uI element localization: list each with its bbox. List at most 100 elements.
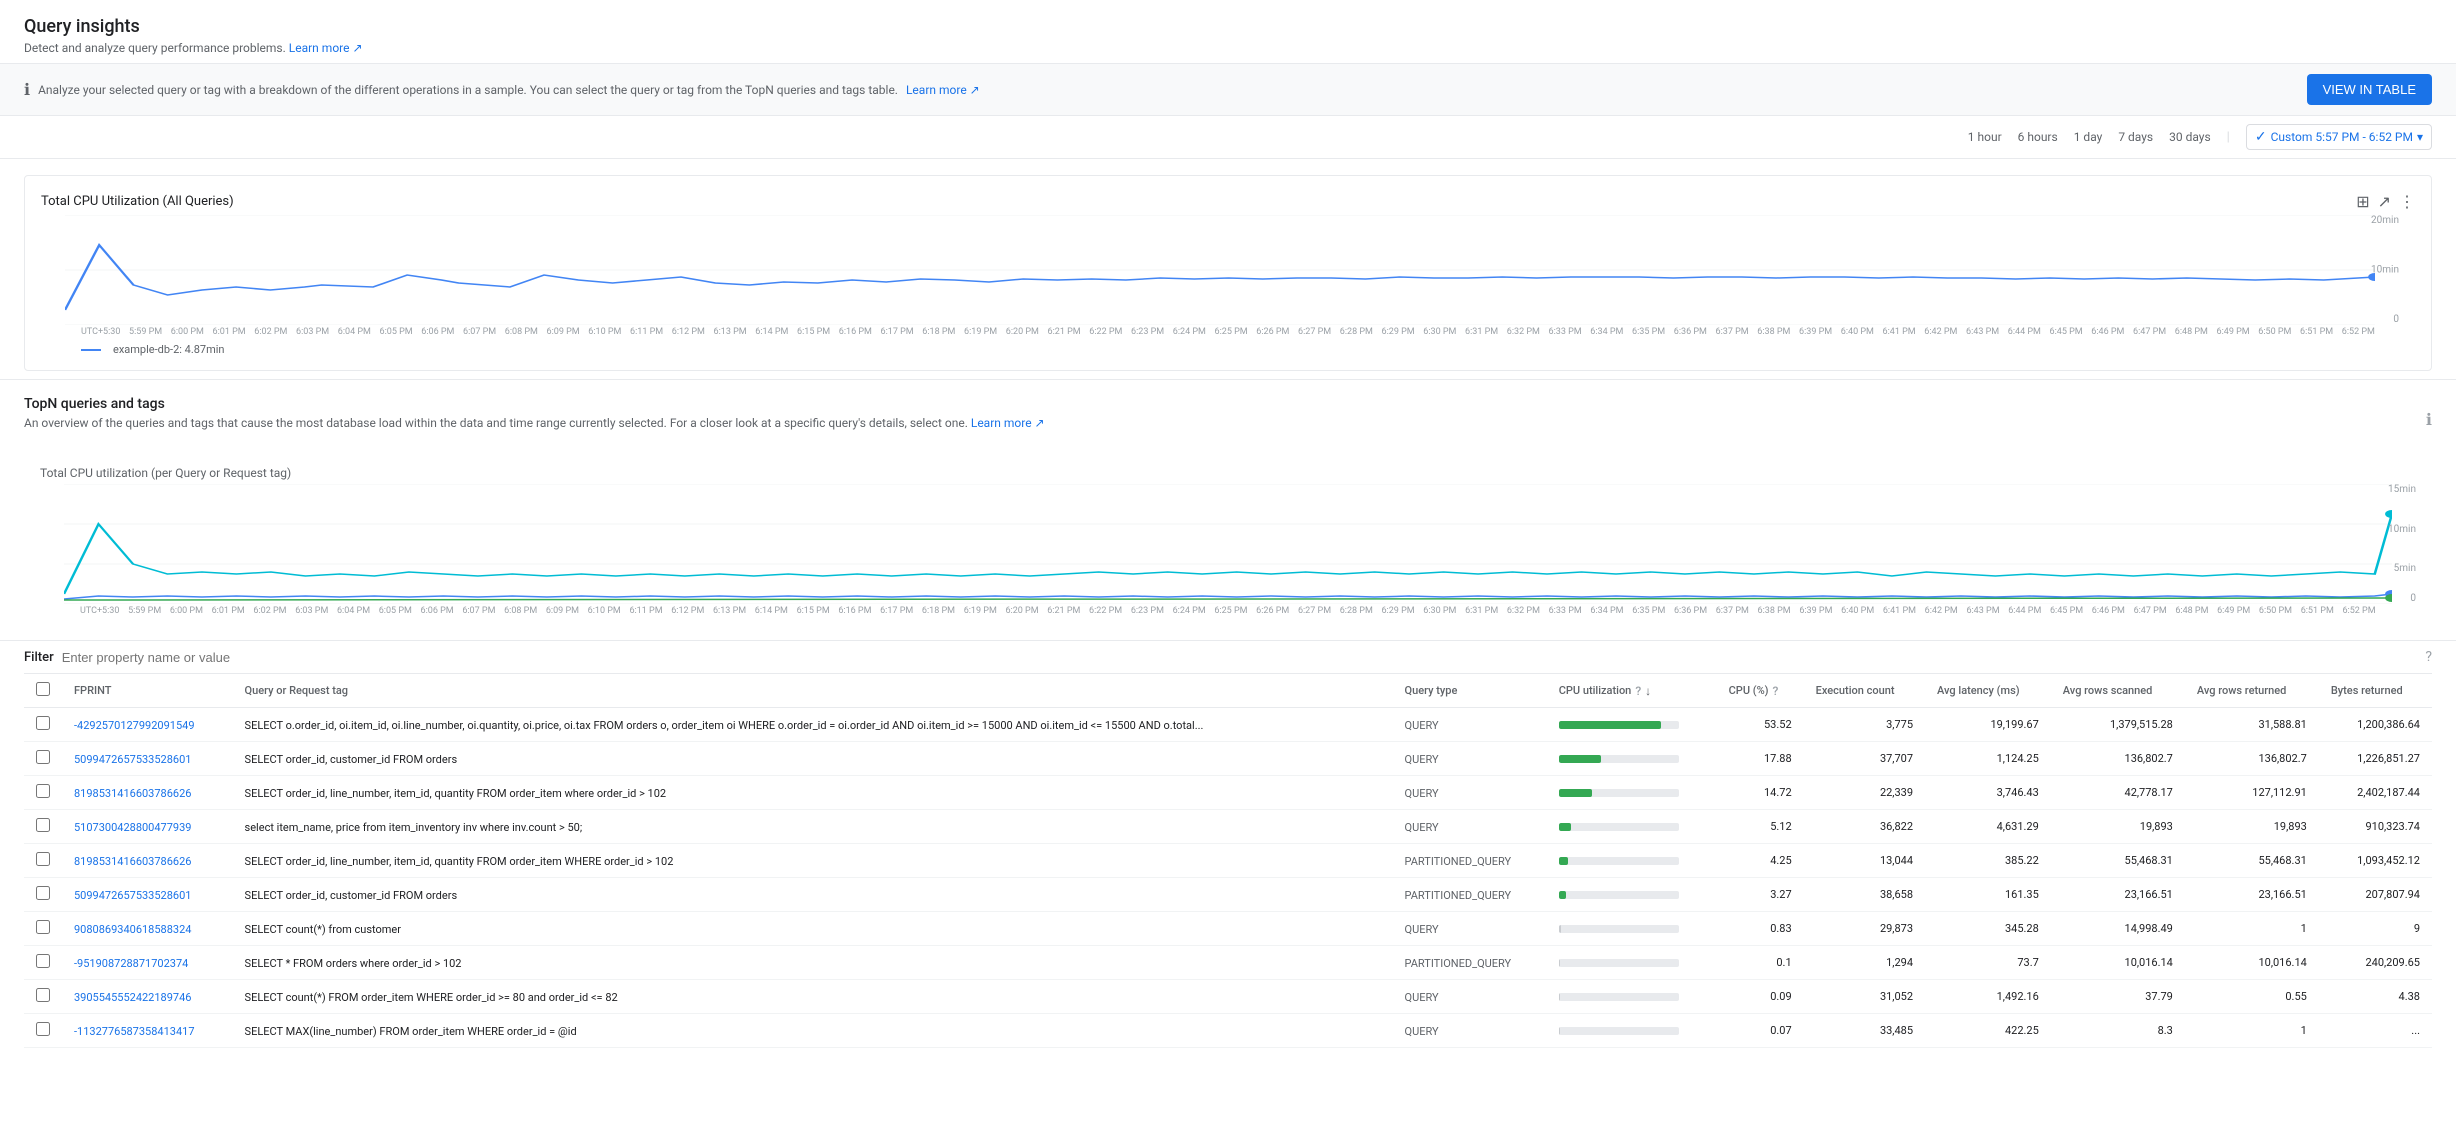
x-label: 6:15 PM — [797, 327, 830, 337]
x-label: 6:31 PM — [1465, 327, 1498, 337]
learn-more-link-header[interactable]: Learn more ↗ — [289, 41, 363, 55]
avg-rows-scanned-8: 37.79 — [2051, 980, 2185, 1014]
page-subtitle-text: Detect and analyze query performance pro… — [24, 41, 286, 55]
row-checkbox-0[interactable] — [36, 716, 50, 730]
fprint-link-0[interactable]: -4292570127992091549 — [74, 719, 195, 732]
x-label: 6:12 PM — [672, 327, 705, 337]
filter-help-icon[interactable]: ? — [2425, 649, 2432, 665]
row-checkbox-8[interactable] — [36, 988, 50, 1002]
x-label: 6:03 PM — [296, 327, 329, 337]
x-label: 6:35 PM — [1632, 327, 1665, 337]
query-text-4: SELECT order_id, line_number, item_id, q… — [245, 855, 674, 868]
cpu-bar-5 — [1559, 891, 1679, 899]
cpu-pct-help-icon[interactable]: ? — [1773, 684, 1779, 698]
query-type-9: QUERY — [1405, 1025, 1439, 1038]
time-range-1day[interactable]: 1 day — [2074, 126, 2103, 148]
row-checkbox-7[interactable] — [36, 954, 50, 968]
fprint-link-1[interactable]: 5099472657533528601 — [74, 753, 191, 766]
x-label: 6:01 PM — [213, 327, 246, 337]
fprint-link-9[interactable]: -1132776587358413417 — [74, 1025, 195, 1038]
col-avg-rows-returned: Avg rows returned — [2185, 674, 2319, 708]
bytes-returned-2: 2,402,187.44 — [2319, 776, 2432, 810]
x-label: 6:18 PM — [922, 327, 955, 337]
x-label: 6:42 PM — [1924, 327, 1957, 337]
row-checkbox-2[interactable] — [36, 784, 50, 798]
cpu-util-help-icon[interactable]: ? — [1635, 684, 1641, 698]
info-banner: ℹ Analyze your selected query or tag wit… — [0, 64, 2456, 116]
page-header: Query insights Detect and analyze query … — [0, 0, 2456, 64]
x-label: UTC+5:30 — [81, 327, 120, 337]
row-checkbox-1[interactable] — [36, 750, 50, 764]
query-type-0: QUERY — [1405, 719, 1439, 732]
more-options-icon[interactable]: ⋮ — [2399, 192, 2415, 211]
x-label: 6:32 PM — [1507, 327, 1540, 337]
total-cpu-chart-title: Total CPU Utilization (All Queries) — [41, 194, 234, 209]
time-range-bar: 1 hour 6 hours 1 day 7 days 30 days | ✓ … — [0, 116, 2456, 159]
fprint-link-2[interactable]: 8198531416603786626 — [74, 787, 191, 800]
query-type-5: PARTITIONED_QUERY — [1405, 889, 1512, 902]
cpu-pct-3: 5.12 — [1717, 810, 1804, 844]
time-range-6hours[interactable]: 6 hours — [2018, 126, 2058, 148]
topn-x-label: 6:29 PM — [1382, 606, 1415, 616]
topn-x-label: 6:14 PM — [755, 606, 788, 616]
time-range-7days[interactable]: 7 days — [2118, 126, 2153, 148]
x-label: 6:04 PM — [338, 327, 371, 337]
topn-x-label: 6:52 PM — [2342, 606, 2375, 616]
view-in-table-button[interactable]: VIEW IN TABLE — [2307, 74, 2432, 105]
query-text-2: SELECT order_id, line_number, item_id, q… — [245, 787, 667, 800]
time-range-30days[interactable]: 30 days — [2169, 126, 2211, 148]
cpu-pct-5: 3.27 — [1717, 878, 1804, 912]
topn-x-label: 6:24 PM — [1173, 606, 1206, 616]
cpu-util-sort-icon[interactable]: ↓ — [1645, 684, 1651, 698]
fprint-link-4[interactable]: 8198531416603786626 — [74, 855, 191, 868]
topn-info-icon[interactable]: ℹ — [2426, 410, 2432, 429]
topn-x-label: 6:05 PM — [379, 606, 412, 616]
cpu-pct-7: 0.1 — [1717, 946, 1804, 980]
row-checkbox-6[interactable] — [36, 920, 50, 934]
fprint-link-3[interactable]: 5107300428800477939 — [74, 821, 191, 834]
filter-label: Filter — [24, 650, 54, 665]
topn-x-label: UTC+5:30 — [80, 606, 119, 616]
share-icon[interactable]: ↗ — [2378, 192, 2391, 211]
query-text-3: select item_name, price from item_invent… — [245, 821, 583, 834]
row-checkbox-9[interactable] — [36, 1022, 50, 1036]
fprint-link-5[interactable]: 5099472657533528601 — [74, 889, 191, 902]
expand-icon[interactable]: ⊞ — [2356, 192, 2369, 211]
query-type-1: QUERY — [1405, 753, 1439, 766]
learn-more-link-banner[interactable]: Learn more ↗ — [906, 83, 980, 97]
query-text-9: SELECT MAX(line_number) FROM order_item … — [245, 1025, 577, 1038]
cpu-pct-6: 0.83 — [1717, 912, 1804, 946]
x-label: 6:11 PM — [630, 327, 663, 337]
avg-rows-returned-2: 127,112.91 — [2185, 776, 2319, 810]
time-range-1hour[interactable]: 1 hour — [1968, 126, 2002, 148]
learn-more-link-topn[interactable]: Learn more ↗ — [971, 416, 1045, 430]
x-label: 6:21 PM — [1048, 327, 1081, 337]
info-banner-text: Analyze your selected query or tag with … — [38, 83, 898, 97]
avg-latency-0: 19,199.67 — [1925, 708, 2051, 742]
avg-rows-returned-1: 136,802.7 — [2185, 742, 2319, 776]
topn-x-label: 6:18 PM — [922, 606, 955, 616]
x-label: 6:24 PM — [1173, 327, 1206, 337]
row-checkbox-3[interactable] — [36, 818, 50, 832]
fprint-link-8[interactable]: 3905545552422189746 — [74, 991, 191, 1004]
time-range-custom[interactable]: ✓ Custom 5:57 PM - 6:52 PM ▾ — [2246, 124, 2432, 150]
select-all-checkbox[interactable] — [36, 682, 50, 696]
topn-x-label: 6:36 PM — [1674, 606, 1707, 616]
row-checkbox-5[interactable] — [36, 886, 50, 900]
topn-x-label: 6:12 PM — [671, 606, 704, 616]
x-label: 6:20 PM — [1006, 327, 1039, 337]
topn-x-label: 6:06 PM — [421, 606, 454, 616]
fprint-link-6[interactable]: 9080869340618588324 — [74, 923, 191, 936]
filter-input[interactable] — [62, 650, 2418, 665]
row-checkbox-4[interactable] — [36, 852, 50, 866]
x-label: 6:22 PM — [1089, 327, 1122, 337]
cpu-bar-0 — [1559, 721, 1679, 729]
col-query-tag: Query or Request tag — [233, 674, 1393, 708]
topn-x-label: 6:10 PM — [588, 606, 621, 616]
exec-count-1: 37,707 — [1804, 742, 1925, 776]
bytes-returned-3: 910,323.74 — [2319, 810, 2432, 844]
x-label: 6:07 PM — [463, 327, 496, 337]
topn-x-label: 6:15 PM — [797, 606, 830, 616]
avg-rows-returned-0: 31,588.81 — [2185, 708, 2319, 742]
fprint-link-7[interactable]: -951908728871702374 — [74, 957, 188, 970]
